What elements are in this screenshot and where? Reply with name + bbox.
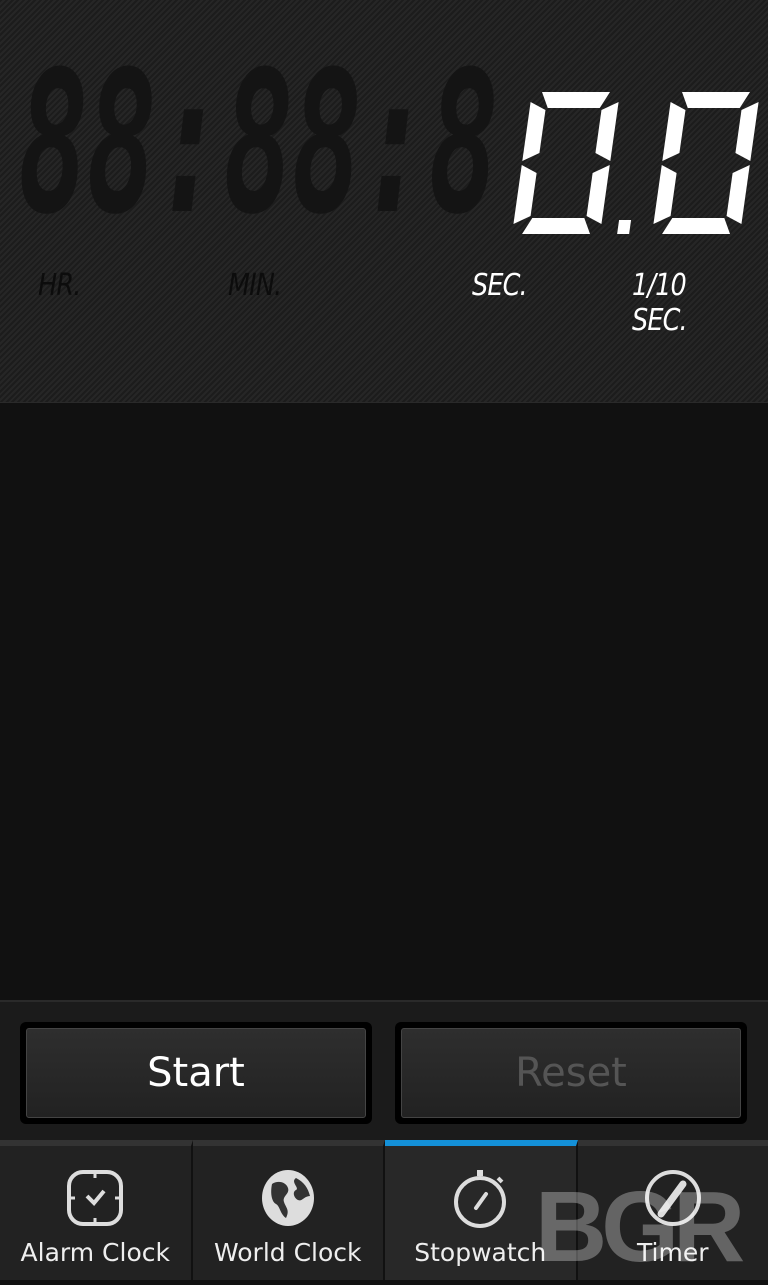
minutes-unit-label: MIN. [228,268,281,303]
stopwatch-icon [450,1168,510,1228]
segment-a [540,92,610,108]
tab-label: World Clock [193,1238,384,1267]
segment-e [513,165,537,224]
tab-label: Stopwatch [385,1238,576,1267]
tab-world-clock[interactable]: World Clock [193,1140,386,1280]
reset-button-label: Reset [401,1028,741,1118]
segment-f [522,102,546,161]
segment-d [662,218,732,234]
alarm-clock-icon [65,1168,125,1228]
start-button-label: Start [26,1028,366,1118]
segment-b [594,102,618,161]
segment-b [734,102,758,161]
hours-unit-label: HR. [38,268,80,303]
tab-alarm-clock[interactable]: Alarm Clock [0,1140,193,1280]
reset-button[interactable]: Reset [395,1022,747,1124]
tenths-unit-label: 1/10 SEC. [632,268,748,338]
laps-list [0,403,768,1000]
control-bar: Start Reset [0,1000,768,1142]
seconds-digit [512,92,620,234]
segment-f [662,102,686,161]
segment-a [680,92,750,108]
globe-icon [258,1168,318,1228]
tab-stopwatch[interactable]: Stopwatch [385,1140,578,1280]
tab-bar: Alarm Clock World Clock Stopwatch Timer [0,1140,768,1280]
seven-segment-digits [0,0,768,260]
tab-label: Alarm Clock [0,1238,191,1267]
tab-timer[interactable]: Timer [578,1140,768,1280]
start-button[interactable]: Start [20,1022,372,1124]
tenths-digit [652,92,760,234]
decimal-point [617,220,631,234]
timer-icon [643,1168,703,1228]
segment-c [725,165,749,224]
segment-e [653,165,677,224]
segment-d [522,218,592,234]
segment-c [585,165,609,224]
stopwatch-display: 88:88:8 HR. MIN. SEC. 1/10 SEC. [0,0,768,403]
tab-label: Timer [578,1238,768,1267]
seconds-unit-label: SEC. [472,268,527,303]
